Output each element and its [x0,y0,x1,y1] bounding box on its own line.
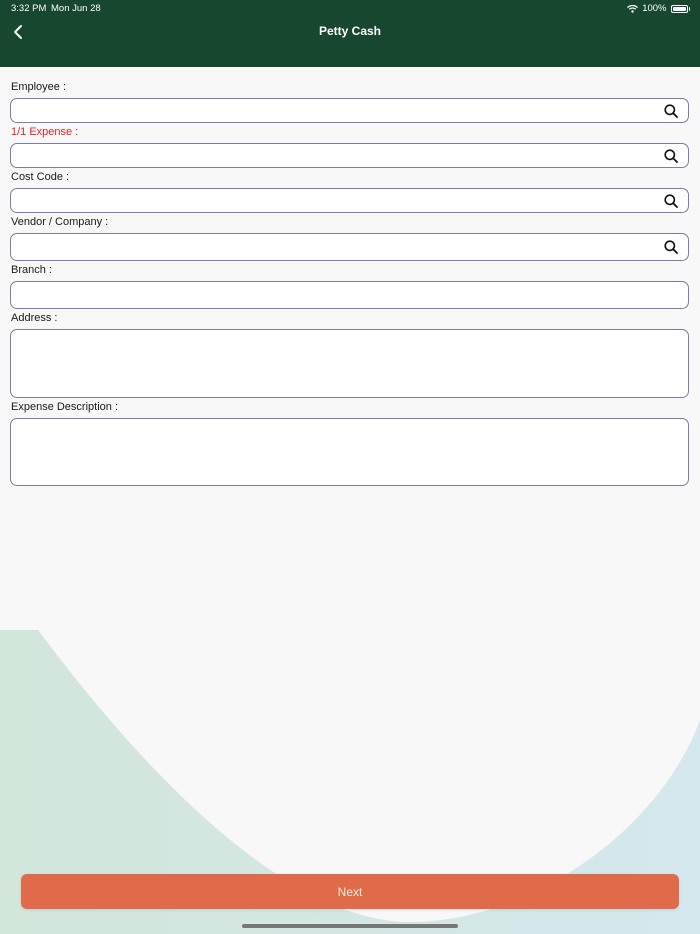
employee-field[interactable] [10,98,689,123]
status-time: 3:32 PM [11,3,47,14]
description-textarea[interactable] [11,419,688,485]
expense-field[interactable] [10,143,689,168]
battery-icon [670,4,688,13]
vendor-input[interactable] [11,234,688,260]
search-icon[interactable] [664,103,678,118]
status-date: Mon Jun 28 [51,3,101,14]
branch-input[interactable] [11,282,688,308]
search-icon[interactable] [664,240,678,254]
description-label: Expense Description : [11,401,118,413]
vendor-field[interactable] [10,233,689,261]
vendor-label: Vendor / Company : [11,216,109,228]
battery-cap [688,6,690,11]
employee-input[interactable] [11,99,688,122]
address-field[interactable] [10,329,689,398]
cost-code-label: Cost Code : [11,171,70,183]
branch-label: Branch : [11,264,52,276]
search-icon[interactable] [664,148,678,163]
cost-code-input[interactable] [11,189,688,212]
home-indicator [242,924,458,928]
page-title: Petty Cash [318,24,382,38]
app-header: 3:32 PM Mon Jun 28 100% Petty Cash [0,0,700,67]
status-indicators: 100% [627,3,690,14]
battery-percent: 100% [642,3,667,14]
expense-label: 1/1 Expense : [11,126,79,138]
address-label: Address : [11,312,58,324]
address-textarea[interactable] [11,330,688,397]
description-field[interactable] [10,418,689,486]
cost-code-field[interactable] [10,188,689,213]
wifi-icon [627,4,639,13]
branch-field[interactable] [10,281,689,309]
employee-label: Employee : [11,81,67,93]
next-button[interactable]: Next [21,874,679,909]
search-icon[interactable] [664,193,678,208]
expense-input[interactable] [11,144,688,167]
